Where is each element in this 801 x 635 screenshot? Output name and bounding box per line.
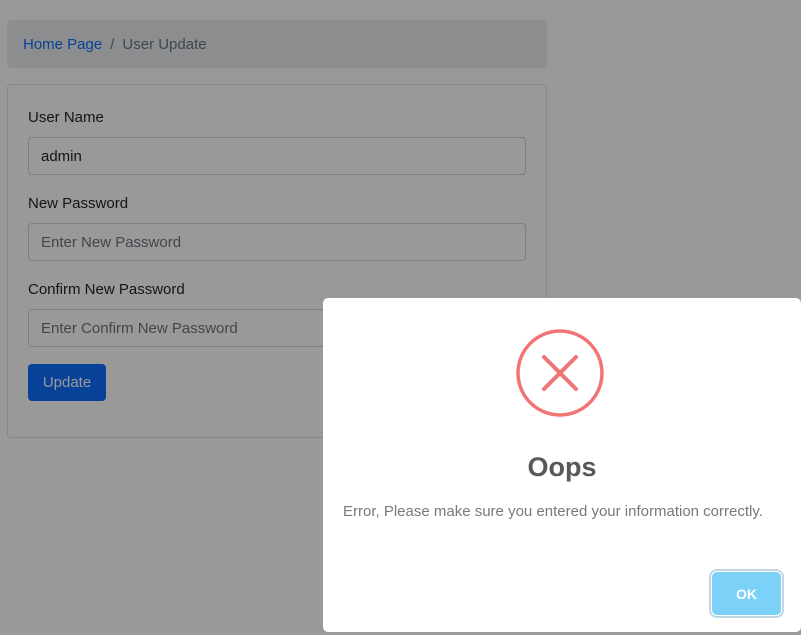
ok-button[interactable]: OK <box>712 572 781 615</box>
page: Home Page / User Update User Name New Pa… <box>0 0 801 635</box>
error-dialog: Oops Error, Please make sure you entered… <box>323 298 801 632</box>
dialog-title: Oops <box>527 452 597 482</box>
error-x-icon <box>516 329 604 417</box>
dialog-message: Error, Please make sure you entered your… <box>343 503 763 520</box>
